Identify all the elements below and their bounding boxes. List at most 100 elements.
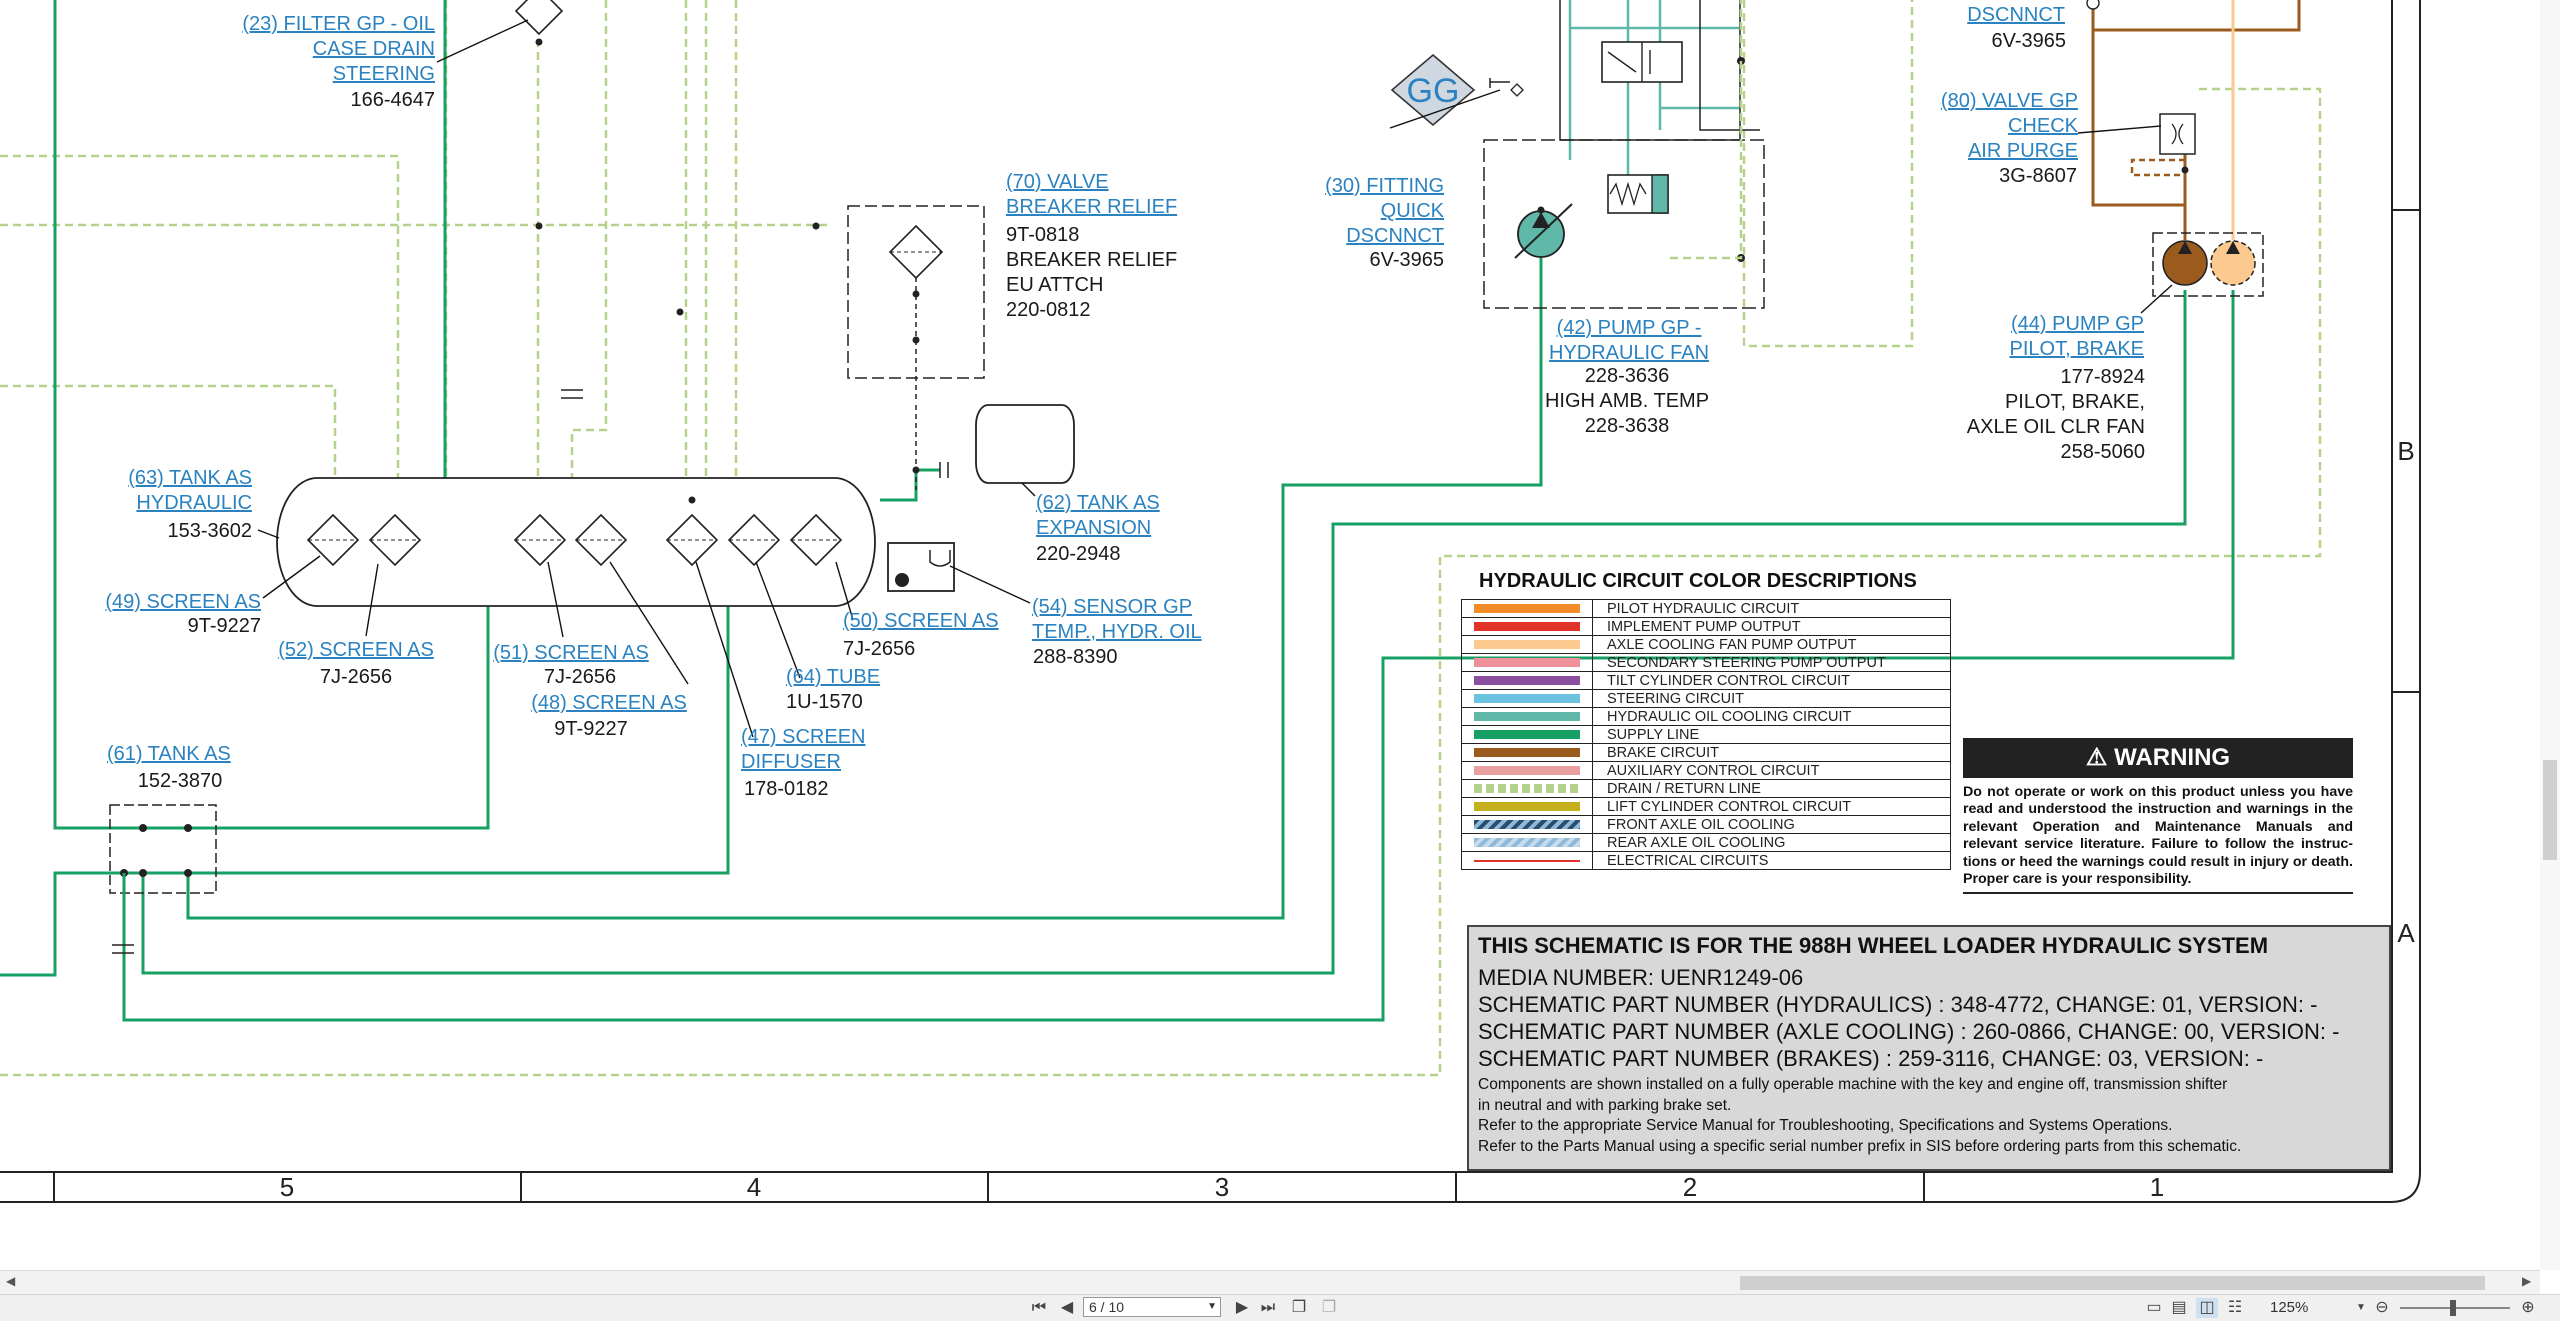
air-purge-valve bbox=[2159, 113, 2196, 155]
previous-page-icon[interactable]: ◀ bbox=[1058, 1298, 1076, 1318]
oil-cooling-lines bbox=[1568, 0, 1740, 182]
legend-swatch-bar bbox=[1474, 676, 1580, 685]
label-80-line2: CHECK bbox=[2008, 115, 2079, 137]
label-63-part: 153-3602 bbox=[167, 520, 252, 542]
legend-title: HYDRAULIC CIRCUIT COLOR DESCRIPTIONS bbox=[1479, 570, 1917, 592]
legend-row: SUPPLY LINE bbox=[1461, 725, 1951, 744]
legend-row: REAR AXLE OIL COOLING bbox=[1461, 833, 1951, 852]
first-page-icon[interactable]: ⏮ bbox=[1030, 1298, 1048, 1318]
vertical-scrollbar[interactable] bbox=[2540, 0, 2560, 1270]
legend-row: PILOT HYDRAULIC CIRCUIT bbox=[1461, 599, 1951, 618]
legend-swatch-bar bbox=[1474, 694, 1580, 703]
label-48[interactable]: (48) SCREEN AS bbox=[531, 692, 687, 714]
label-61-part: 152-3870 bbox=[138, 770, 223, 792]
label-70-part3: EU ATTCH bbox=[1006, 274, 1103, 296]
legend-label: STEERING CIRCUIT bbox=[1592, 689, 1951, 708]
label-54-line2: TEMP., HYDR. OIL bbox=[1032, 621, 1202, 643]
row-b: B bbox=[2397, 436, 2414, 466]
legend-label: TILT CYLINDER CONTROL CIRCUIT bbox=[1592, 671, 1951, 690]
legend-swatch bbox=[1461, 653, 1593, 672]
svg-text:(63) TANK ASHYDRAULIC[interactable]: (63) TANK AS HYDRAULIC bbox=[128, 467, 252, 514]
label-64[interactable]: (64) TUBE bbox=[786, 666, 880, 688]
document-viewport[interactable]: GG (23) FILTER GP - OIL CASE DRAIN STEER… bbox=[0, 0, 2540, 1270]
label-23-line2: CASE DRAIN bbox=[313, 38, 435, 60]
label-63-line1: (63) TANK AS bbox=[128, 467, 252, 489]
legend-swatch bbox=[1461, 635, 1593, 654]
chevron-down-icon[interactable]: ▼ bbox=[1207, 1298, 1217, 1316]
legend-swatch-bar bbox=[1474, 802, 1580, 811]
label-49[interactable]: (49) SCREEN AS bbox=[105, 591, 261, 613]
info-note-1: Components are shown installed on a full… bbox=[1478, 1076, 2228, 1093]
svg-text:(47) SCREENDIFFUSER[interactable]: (47) SCREEN DIFFUSER bbox=[741, 726, 865, 773]
label-62-part: 220-2948 bbox=[1036, 543, 1121, 565]
info-note-4: Refer to the Parts Manual using a specif… bbox=[1478, 1137, 2242, 1155]
zoom-slider-knob[interactable] bbox=[2450, 1300, 2456, 1316]
svg-text:(42) PUMP GP -HYDRAULIC FAN[interactable]: (42) PUMP GP - HYDRAULIC FAN bbox=[1549, 317, 1709, 364]
legend-label: REAR AXLE OIL COOLING bbox=[1592, 833, 1951, 852]
legend-row: HYDRAULIC OIL COOLING CIRCUIT bbox=[1461, 707, 1951, 726]
label-47-line1: (47) SCREEN bbox=[741, 726, 865, 748]
svg-text:(62) TANK ASEXPANSION[interactable]: (62) TANK AS EXPANSION bbox=[1036, 492, 1160, 539]
svg-text:(23) FILTER GP - OILCASE DRAIN[interactable]: (23) FILTER GP - OIL CASE DRAIN STEERING bbox=[242, 13, 435, 85]
next-page-icon[interactable]: ▶ bbox=[1233, 1298, 1251, 1318]
legend-row: ELECTRICAL CIRCUITS bbox=[1461, 851, 1951, 870]
last-page-icon[interactable]: ⏭ bbox=[1258, 1298, 1278, 1318]
svg-text:(80) VALVE GPCHECKAIR PURGE[interactable]: (80) VALVE GP CHECK AIR PURGE bbox=[1941, 90, 2079, 162]
info-part-brakes: SCHEMATIC PART NUMBER (BRAKES) : 259-311… bbox=[1478, 1046, 2264, 1071]
horizontal-scrollbar[interactable]: ◀ ▶ bbox=[0, 1270, 2540, 1295]
svg-text:(54) SENSOR GPTEMP., HYDR. OIL[interactable]: (54) SENSOR GP TEMP., HYDR. OIL bbox=[1032, 596, 1202, 643]
label-61[interactable]: (61) TANK AS bbox=[107, 743, 231, 765]
info-note-3: Refer to the appropriate Service Manual … bbox=[1478, 1117, 2173, 1134]
label-51[interactable]: (51) SCREEN AS bbox=[493, 642, 649, 664]
vertical-scroll-thumb[interactable] bbox=[2543, 760, 2557, 860]
zoom-level[interactable]: 125% bbox=[2270, 1298, 2308, 1318]
zoom-dropdown-icon[interactable]: ▼ bbox=[2355, 1298, 2367, 1318]
svg-text:(70) VALVEBREAKER RELIEF[interactable]: (70) VALVE BREAKER RELIEF bbox=[1006, 171, 1177, 218]
label-51-part: 7J-2656 bbox=[544, 666, 616, 688]
label-dscnnct-part: 6V-3965 bbox=[1991, 30, 2066, 52]
expansion-tank bbox=[975, 404, 1075, 484]
label-80-part: 3G-8607 bbox=[1999, 165, 2077, 187]
legend-row: FRONT AXLE OIL COOLING bbox=[1461, 815, 1951, 834]
label-70-part1: 9T-0818 bbox=[1006, 224, 1079, 246]
label-49-part: 9T-9227 bbox=[188, 615, 261, 637]
label-70-part2: BREAKER RELIEF bbox=[1006, 249, 1177, 271]
label-44-line1: (44) PUMP GP bbox=[2011, 313, 2144, 335]
legend-swatch bbox=[1461, 671, 1593, 690]
label-30-part: 6V-3965 bbox=[1369, 249, 1444, 271]
info-title: THIS SCHEMATIC IS FOR THE 988H WHEEL LOA… bbox=[1478, 933, 2269, 958]
svg-text:228-3636HIGH AMB. TEMP228-3638: 228-3636 HIGH AMB. TEMP 228-3638 bbox=[1545, 365, 1709, 437]
label-54-part: 288-8390 bbox=[1033, 646, 1118, 668]
label-42-part2: HIGH AMB. TEMP bbox=[1545, 390, 1709, 412]
split-view-icon[interactable]: ☷ bbox=[2225, 1298, 2245, 1318]
label-70-line1: (70) VALVE bbox=[1006, 171, 1109, 193]
horizontal-scroll-thumb[interactable] bbox=[1740, 1276, 2485, 1290]
scroll-right-icon[interactable]: ▶ bbox=[2522, 1274, 2531, 1288]
zoom-in-icon[interactable]: ⊕ bbox=[2518, 1298, 2538, 1318]
svg-text:(30) FITTINGQUICKDSCNNCT[interactable]: (30) FITTING QUICK DSCNNCT bbox=[1325, 175, 1445, 247]
label-42-line2: HYDRAULIC FAN bbox=[1549, 342, 1709, 364]
copy-icon[interactable]: ❐ bbox=[1288, 1298, 1310, 1318]
label-80-line1: (80) VALVE GP bbox=[1941, 90, 2078, 112]
zoom-out-icon[interactable]: ⊖ bbox=[2372, 1298, 2392, 1318]
two-page-view-icon[interactable]: ◫ bbox=[2196, 1298, 2218, 1318]
label-52[interactable]: (52) SCREEN AS bbox=[278, 639, 434, 661]
paste-icon[interactable]: ❐ bbox=[1318, 1298, 1340, 1318]
legend-label: BRAKE CIRCUIT bbox=[1592, 743, 1951, 762]
svg-text:9T-0818BREAKER RELIEFEU ATTCH2: 9T-0818 BREAKER RELIEF EU ATTCH 220-0812 bbox=[1006, 224, 1177, 321]
svg-text:(44) PUMP GPPILOT, BRAKE[interactable]: (44) PUMP GP PILOT, BRAKE bbox=[2010, 313, 2145, 360]
page-number-field[interactable]: 6 / 10 ▼ bbox=[1083, 1297, 1221, 1317]
continuous-view-icon[interactable]: ▤ bbox=[2170, 1298, 2188, 1318]
scroll-left-icon[interactable]: ◀ bbox=[6, 1274, 15, 1288]
label-50[interactable]: (50) SCREEN AS bbox=[843, 610, 999, 632]
label-63-line2: HYDRAULIC bbox=[136, 492, 252, 514]
legend-label: SUPPLY LINE bbox=[1592, 725, 1951, 744]
gg-text: GG bbox=[1407, 72, 1460, 110]
single-page-view-icon[interactable]: ▭ bbox=[2145, 1298, 2163, 1318]
label-50-part: 7J-2656 bbox=[843, 638, 915, 660]
label-dscnnct[interactable]: DSCNNCT bbox=[1967, 4, 2065, 26]
legend-label: FRONT AXLE OIL COOLING bbox=[1592, 815, 1951, 834]
legend-label: ELECTRICAL CIRCUITS bbox=[1592, 851, 1951, 870]
legend-label: HYDRAULIC OIL COOLING CIRCUIT bbox=[1592, 707, 1951, 726]
info-part-hydraulics: SCHEMATIC PART NUMBER (HYDRAULICS) : 348… bbox=[1478, 992, 2318, 1017]
